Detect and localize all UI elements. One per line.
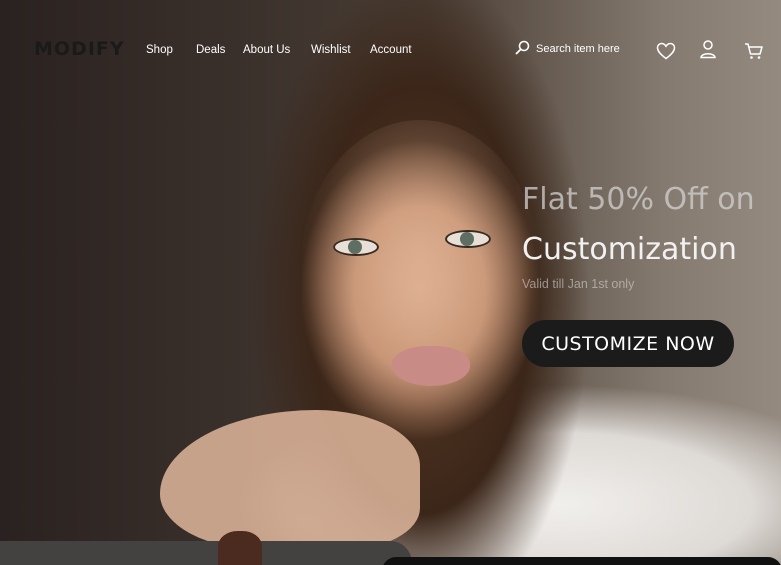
- hero-photo-hand: [160, 410, 420, 550]
- nav-item-deals[interactable]: Deals: [196, 44, 225, 56]
- hero-photo-eye-left: [333, 238, 379, 256]
- nav-item-shop[interactable]: Shop: [146, 44, 173, 56]
- search-icon: [515, 40, 530, 59]
- brand-logo[interactable]: MODIFY: [34, 38, 125, 60]
- next-section-card-left-photo: [218, 531, 262, 565]
- nav-item-about-us[interactable]: About Us: [243, 44, 290, 56]
- hero-photo-eye-right: [445, 230, 491, 248]
- customize-now-button[interactable]: CUSTOMIZE NOW: [522, 320, 734, 367]
- promo-headline-line2: Customization: [522, 232, 737, 267]
- hero-photo-lips: [392, 346, 470, 386]
- promo-headline-line1: Flat 50% Off on: [522, 182, 755, 217]
- hero-banner: MODIFY Shop Deals About Us Wishlist Acco…: [0, 0, 781, 565]
- nav-item-account[interactable]: Account: [370, 44, 412, 56]
- search-bar[interactable]: Search item here: [515, 40, 620, 58]
- promo-subtext: Valid till Jan 1st only: [522, 277, 635, 291]
- search-input[interactable]: Search item here: [536, 43, 620, 55]
- next-section-card-right: [382, 557, 781, 565]
- user-icon[interactable]: [698, 38, 718, 60]
- heart-icon[interactable]: [655, 41, 677, 61]
- top-nav: MODIFY Shop Deals About Us Wishlist Acco…: [0, 0, 781, 100]
- next-section-card-left: [0, 541, 412, 565]
- nav-item-wishlist[interactable]: Wishlist: [311, 44, 351, 56]
- cart-icon[interactable]: [743, 41, 765, 61]
